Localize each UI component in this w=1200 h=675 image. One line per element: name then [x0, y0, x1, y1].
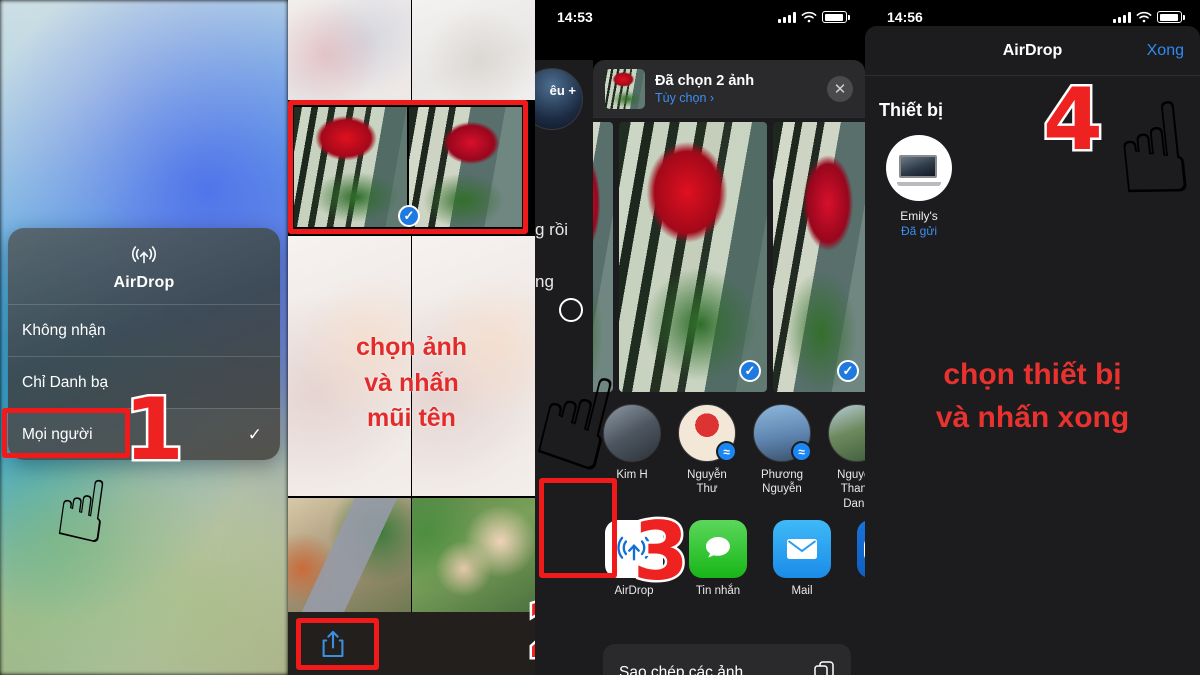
share-icon[interactable] [320, 629, 346, 659]
panel-share-sheet: 14:53 êu + g rồi ng Đã chọn 2 ảnh Tùy ch… [535, 0, 865, 675]
airdrop-sheet-title: AirDrop [113, 274, 175, 291]
status-time: 14:53 [557, 9, 593, 25]
airdrop-sheet-header: AirDrop Xong [865, 26, 1200, 76]
caption-line-2: và nhấn xong [935, 400, 1130, 434]
share-contacts-row: Kim H ≈ Nguyễn Thư ≈ Phương Nguyễn Nguy … [593, 398, 865, 510]
airdrop-option-off-label: Không nhận [22, 321, 106, 339]
caption-line-1: chọn thiết bị [943, 358, 1122, 391]
contact-nguyen-thu[interactable]: ≈ Nguyễn Thư [676, 398, 738, 506]
wifi-icon [801, 11, 817, 23]
avatar: ≈ [828, 404, 865, 462]
app-zalo[interactable]: Zalo Zalo [855, 512, 865, 622]
instruction-caption-panel4: chọn thiết bị và nhấn xong [865, 354, 1200, 439]
copy-icon [814, 661, 834, 675]
device-status: Đã gửi [900, 224, 938, 238]
contact-name: Kim H [616, 469, 648, 481]
pointing-finger-icon: ☝ [1107, 73, 1200, 228]
checkmark-icon: ✓ [247, 424, 262, 444]
avatar: ≈ [753, 404, 812, 462]
wallpaper-bottom-wash [0, 455, 288, 675]
wifi-icon [1136, 11, 1152, 23]
airdrop-sheet-header: AirDrop [8, 228, 280, 304]
app-mail[interactable]: Mail [771, 512, 833, 622]
messenger-badge-icon: ≈ [791, 441, 812, 462]
screenshot-stage: AirDrop Không nhận Chỉ Danh bạ Mọi người… [0, 0, 1200, 675]
photos-toolbar [288, 612, 535, 675]
close-icon[interactable]: ✕ [827, 75, 853, 102]
panel-airdrop-settings: AirDrop Không nhận Chỉ Danh bạ Mọi người… [0, 0, 288, 675]
instruction-caption-panel2: chọn ảnh và nhấn mũi tên [288, 330, 535, 437]
avatar: ≈ [678, 404, 737, 462]
background-text-2: ng [535, 272, 554, 291]
background-circle-icon [559, 298, 583, 322]
contact-name: Phương Nguyễn [760, 469, 804, 496]
step-number-1: 1 [122, 380, 187, 480]
photo-iphone-in-hand[interactable] [288, 498, 411, 612]
photo-preview-strip: ✓ ✓ [593, 122, 865, 392]
copy-photos-row[interactable]: Sao chép các ảnh [603, 644, 851, 675]
photo-red-rose-1[interactable] [294, 107, 407, 227]
airdrop-icon [132, 246, 156, 264]
airdrop-option-off[interactable]: Không nhận [8, 304, 280, 356]
app-label: Mail [791, 585, 813, 597]
status-time: 14:56 [887, 9, 923, 25]
photo-two-girls[interactable] [412, 498, 535, 612]
messenger-badge-icon: ≈ [716, 441, 737, 462]
background-avatar-label: êu + [549, 83, 576, 98]
app-messages[interactable]: Tin nhắn [687, 512, 749, 622]
contact-name: Nguyễn Thư [687, 469, 727, 496]
selection-thumbnail [605, 68, 645, 109]
device-emilys[interactable]: Emily's Đã gửi [881, 135, 957, 238]
options-link[interactable]: Tùy chọn › [655, 91, 817, 105]
device-name: Emily's [900, 209, 938, 223]
copy-photos-label: Sao chép các ảnh [619, 664, 744, 675]
contact-phuong-nguyen[interactable]: ≈ Phương Nguyễn [751, 398, 813, 506]
battery-icon [822, 11, 850, 23]
zalo-icon: Zalo [857, 520, 865, 578]
done-button[interactable]: Xong [1147, 42, 1184, 60]
signal-icon [778, 11, 796, 23]
background-avatar: êu + [535, 68, 583, 130]
app-label: Zalo [855, 585, 865, 597]
photo-red-rose-2[interactable] [409, 107, 522, 227]
panel-airdrop-devices: 14:56 AirDrop Xong Thiết bị Emily's Đã g… [865, 0, 1200, 675]
share-sheet-header: Đã chọn 2 ảnh Tùy chọn › ✕ [593, 60, 865, 118]
airdrop-title: AirDrop [1002, 41, 1063, 59]
preview-photo-next[interactable] [773, 122, 865, 392]
mail-icon [773, 520, 831, 578]
step-number-2: 2 [524, 590, 535, 671]
photo-wedding-group[interactable] [288, 0, 411, 100]
step-number-4: 4 [1041, 70, 1106, 170]
selection-title: Đã chọn 2 ảnh [655, 72, 755, 89]
app-label: Tin nhắn [695, 585, 741, 597]
contact-nguyen-thanh-danh[interactable]: ≈ Nguyễn Thanh Danh [826, 398, 865, 510]
caption-line-2: và nhấn [364, 368, 459, 397]
step-number-3: 3 [631, 505, 692, 598]
macbook-icon [886, 135, 952, 201]
preview-check-badge-next: ✓ [837, 360, 859, 382]
selected-check-badge: ✓ [398, 205, 420, 227]
photo-outdoor[interactable] [412, 0, 535, 100]
preview-check-badge-main: ✓ [739, 360, 761, 382]
messages-icon [689, 520, 747, 578]
preview-photo-main[interactable] [619, 122, 767, 392]
panel-photos-grid: ✓ chọn ảnh và nhấn mũi tên 2 ☝ [288, 0, 535, 675]
background-text-1: g rồi [535, 220, 569, 239]
contact-name: Nguyễn Thanh Danh [837, 469, 865, 510]
caption-line-3: mũi tên [367, 404, 456, 432]
signal-icon [1113, 11, 1131, 23]
caption-line-1: chọn ảnh [355, 333, 468, 361]
battery-icon [1157, 11, 1185, 23]
status-bar: 14:53 [535, 0, 865, 34]
